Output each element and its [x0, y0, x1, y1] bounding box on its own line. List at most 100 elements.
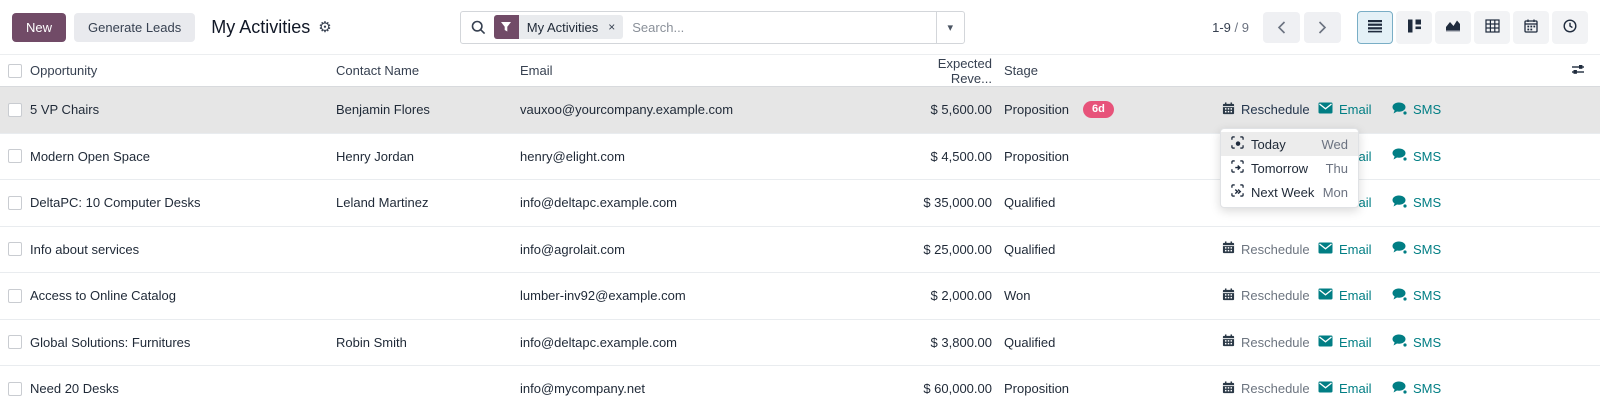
reschedule-button[interactable]: Reschedule [1222, 288, 1318, 304]
cell-contact-name: Benjamin Flores [336, 102, 520, 117]
cell-expected-revenue: $ 5,600.00 [896, 102, 996, 117]
email-label: Email [1339, 242, 1372, 257]
cell-email: info@deltapc.example.com [520, 335, 896, 350]
reschedule-button[interactable]: Reschedule [1222, 334, 1318, 350]
table-row[interactable]: Access to Online Catalog lumber-inv92@ex… [0, 273, 1600, 320]
pager-text: 1-9 / 9 [1212, 20, 1249, 35]
table-row[interactable]: Global Solutions: Furnitures Robin Smith… [0, 320, 1600, 367]
dropdown-item-tomorrow[interactable]: Tomorrow Thu [1221, 156, 1358, 180]
chat-bubble-icon [1392, 102, 1407, 118]
cell-email: info@mycompany.net [520, 381, 896, 396]
table-row[interactable]: Modern Open Space Henry Jordan henry@eli… [0, 134, 1600, 181]
email-button[interactable]: Email [1318, 242, 1392, 257]
email-button[interactable]: Email [1318, 102, 1392, 117]
calendar-icon [1222, 102, 1235, 118]
search-facet-my-activities[interactable]: My Activities × [494, 15, 624, 39]
sms-button[interactable]: SMS [1392, 241, 1452, 257]
sms-button[interactable]: SMS [1392, 102, 1452, 118]
cell-email: info@agrolait.com [520, 242, 896, 257]
view-pivot-button[interactable] [1474, 11, 1510, 44]
envelope-icon [1318, 102, 1333, 117]
reschedule-button[interactable]: Reschedule [1222, 102, 1318, 118]
search-input[interactable] [632, 20, 935, 35]
view-list-button[interactable] [1357, 11, 1393, 44]
optional-columns-icon[interactable] [1570, 63, 1586, 79]
cell-contact-name: Leland Martinez [336, 195, 520, 210]
view-graph-button[interactable] [1435, 11, 1471, 44]
chat-bubble-icon [1392, 148, 1407, 164]
gear-icon[interactable]: ⚙ [318, 18, 331, 36]
clock-icon [1563, 19, 1577, 36]
email-label: Email [1339, 381, 1372, 396]
envelope-icon [1318, 288, 1333, 303]
column-header-stage[interactable]: Stage [996, 63, 1210, 78]
email-button[interactable]: Email [1318, 335, 1392, 350]
calendar-today-icon [1231, 136, 1244, 152]
facet-label: My Activities [519, 15, 607, 39]
sms-label: SMS [1413, 381, 1441, 396]
dropdown-item-today[interactable]: Today Wed [1221, 132, 1358, 156]
cell-stage: Proposition [1004, 102, 1069, 117]
email-button[interactable]: Email [1318, 381, 1392, 396]
calendar-view-icon [1524, 19, 1538, 36]
cell-opportunity: 5 VP Chairs [30, 102, 336, 117]
view-switcher [1357, 11, 1588, 44]
view-activity-button[interactable] [1552, 11, 1588, 44]
calendar-next-week-icon [1231, 184, 1244, 200]
select-all-checkbox[interactable] [8, 64, 22, 78]
sms-button[interactable]: SMS [1392, 148, 1452, 164]
table-row[interactable]: 5 VP Chairs Benjamin Flores vauxoo@yourc… [0, 87, 1600, 134]
table-row[interactable]: Need 20 Desks info@mycompany.net $ 60,00… [0, 366, 1600, 409]
view-kanban-button[interactable] [1396, 11, 1432, 44]
cell-email: lumber-inv92@example.com [520, 288, 896, 303]
envelope-icon [1318, 242, 1333, 257]
envelope-icon [1318, 335, 1333, 350]
row-checkbox[interactable] [8, 149, 22, 163]
dropdown-item-next-week[interactable]: Next Week Mon [1221, 180, 1358, 204]
column-header-contact-name[interactable]: Contact Name [336, 63, 520, 78]
row-checkbox[interactable] [8, 382, 22, 396]
sms-button[interactable]: SMS [1392, 288, 1452, 304]
reschedule-button[interactable]: Reschedule [1222, 381, 1318, 397]
search-bar[interactable]: My Activities × ▾ [460, 11, 965, 44]
filter-icon [494, 15, 519, 39]
facet-close-icon[interactable]: × [606, 15, 623, 39]
table-row[interactable]: DeltaPC: 10 Computer Desks Leland Martin… [0, 180, 1600, 227]
dropdown-item-label: Today [1251, 137, 1286, 152]
page-title: My Activities [211, 17, 310, 38]
chat-bubble-icon [1392, 195, 1407, 211]
search-dropdown-toggle[interactable]: ▾ [936, 12, 964, 43]
new-button[interactable]: New [12, 13, 66, 42]
cell-stage: Qualified [1004, 335, 1055, 350]
pager-previous-button[interactable] [1263, 12, 1300, 43]
column-header-expected-revenue[interactable]: Expected Reve... [896, 56, 996, 86]
pager-next-button[interactable] [1304, 12, 1341, 43]
chat-bubble-icon [1392, 241, 1407, 257]
table-row[interactable]: Info about services info@agrolait.com $ … [0, 227, 1600, 274]
view-calendar-button[interactable] [1513, 11, 1549, 44]
column-header-opportunity[interactable]: Opportunity [30, 63, 336, 78]
sms-button[interactable]: SMS [1392, 334, 1452, 350]
email-label: Email [1339, 335, 1372, 350]
generate-leads-button[interactable]: Generate Leads [74, 13, 195, 42]
row-checkbox[interactable] [8, 289, 22, 303]
calendar-tomorrow-icon [1231, 160, 1244, 176]
row-checkbox[interactable] [8, 196, 22, 210]
email-button[interactable]: Email [1318, 288, 1392, 303]
reschedule-label: Reschedule [1241, 102, 1310, 117]
kanban-view-icon [1407, 19, 1422, 36]
list-view-icon [1367, 19, 1383, 36]
chat-bubble-icon [1392, 288, 1407, 304]
row-checkbox[interactable] [8, 103, 22, 117]
reschedule-button[interactable]: Reschedule [1222, 241, 1318, 257]
reschedule-label: Reschedule [1241, 288, 1310, 303]
row-checkbox[interactable] [8, 335, 22, 349]
sms-button[interactable]: SMS [1392, 195, 1452, 211]
sms-button[interactable]: SMS [1392, 381, 1452, 397]
dropdown-item-label: Next Week [1251, 185, 1314, 200]
pager-separator: / [1235, 20, 1239, 35]
graph-view-icon [1445, 19, 1461, 35]
chat-bubble-icon [1392, 381, 1407, 397]
column-header-email[interactable]: Email [520, 63, 896, 78]
row-checkbox[interactable] [8, 242, 22, 256]
